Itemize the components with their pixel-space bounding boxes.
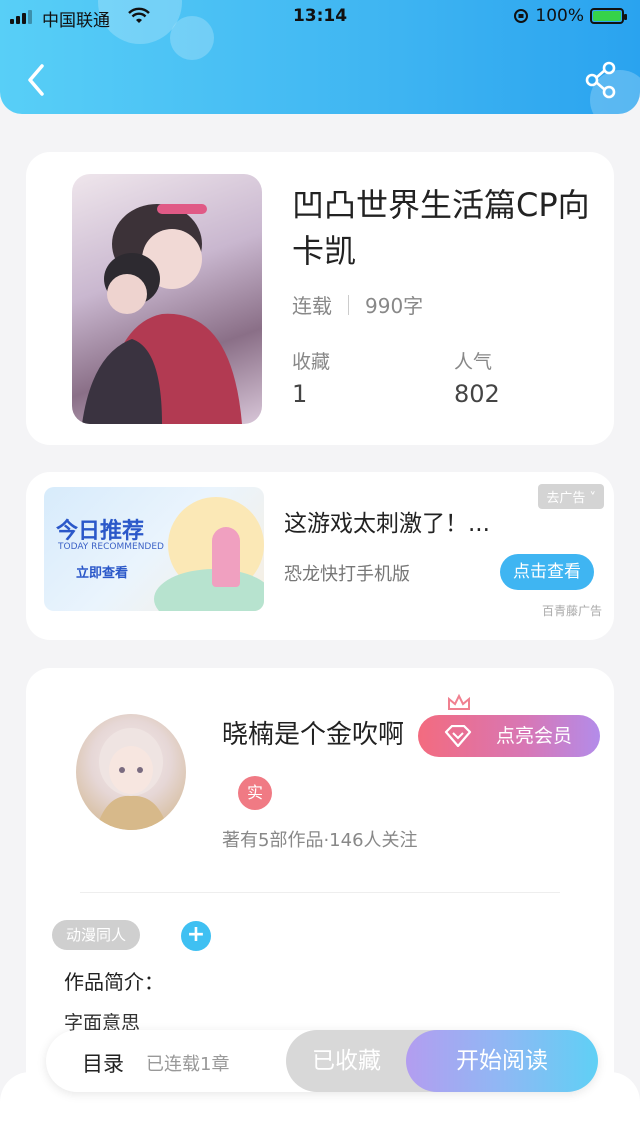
book-word-count: 990字: [365, 294, 424, 318]
vip-activate-button[interactable]: 点亮会员: [418, 693, 600, 757]
battery-icon: [590, 8, 627, 24]
toc-button[interactable]: 目录: [82, 1048, 124, 1078]
book-info-card: 凹凸世界生活篇CP向卡凯 连载 990字 收藏 1 人气 802: [26, 152, 614, 445]
divider: [80, 892, 560, 893]
back-button[interactable]: [22, 60, 52, 100]
ad-card[interactable]: 今日推荐 TODAY RECOMMENDED 立即查看 去广告 ˅ 这游戏太刺激…: [26, 472, 614, 640]
crown-icon: [448, 693, 470, 710]
book-cover-image[interactable]: [72, 174, 262, 424]
battery-indicator: 100%: [513, 6, 627, 26]
book-meta: 连载 990字: [292, 290, 423, 319]
intro-label: 作品简介：: [64, 970, 164, 994]
ad-image-title: 今日推荐: [56, 519, 145, 544]
bottom-action-bar: 目录 已连载1章 已收藏 开始阅读: [46, 1030, 598, 1092]
chapter-status: 已连载1章: [146, 1054, 230, 1075]
remove-ad-button[interactable]: 去广告 ˅: [538, 484, 604, 509]
ad-image-subtitle: TODAY RECOMMENDED: [58, 542, 164, 552]
battery-percent: 100%: [535, 6, 584, 26]
author-name[interactable]: 晓楠是个金吹啊: [222, 714, 404, 751]
popularity-label: 人气: [454, 351, 493, 373]
start-reading-button[interactable]: 开始阅读: [406, 1030, 598, 1092]
rotation-lock-icon: [514, 9, 529, 23]
top-header: 中国联通 13:14 100%: [0, 0, 640, 114]
book-title: 凹凸世界生活篇CP向卡凯: [292, 186, 590, 270]
ad-source: 百青藤广告: [541, 604, 602, 618]
genre-tag[interactable]: 动漫同人: [52, 920, 141, 950]
ad-image[interactable]: 今日推荐 TODAY RECOMMENDED 立即查看: [44, 487, 264, 611]
share-button[interactable]: [584, 60, 618, 100]
ad-title[interactable]: 这游戏太刺激了！...: [284, 504, 490, 538]
ad-subtitle: 恐龙快打手机版: [284, 564, 410, 585]
ad-illustration: [212, 527, 240, 587]
verified-badge: 实: [238, 776, 272, 810]
popularity-value: 802: [454, 380, 500, 408]
add-tag-button[interactable]: +: [181, 921, 211, 951]
ad-image-cta: 立即查看: [76, 566, 129, 581]
diamond-icon: [444, 725, 472, 747]
meta-divider: [348, 294, 349, 315]
book-status: 连载: [292, 294, 332, 318]
author-stats: 著有5部作品·146人关注: [222, 830, 418, 851]
status-bar: 中国联通 13:14 100%: [0, 6, 640, 31]
favorites-value: 1: [292, 380, 308, 408]
ad-view-button[interactable]: 点击查看: [500, 554, 594, 590]
vip-button-label: 点亮会员: [495, 725, 572, 747]
author-avatar[interactable]: [76, 714, 186, 830]
favorites-label: 收藏: [292, 351, 331, 373]
